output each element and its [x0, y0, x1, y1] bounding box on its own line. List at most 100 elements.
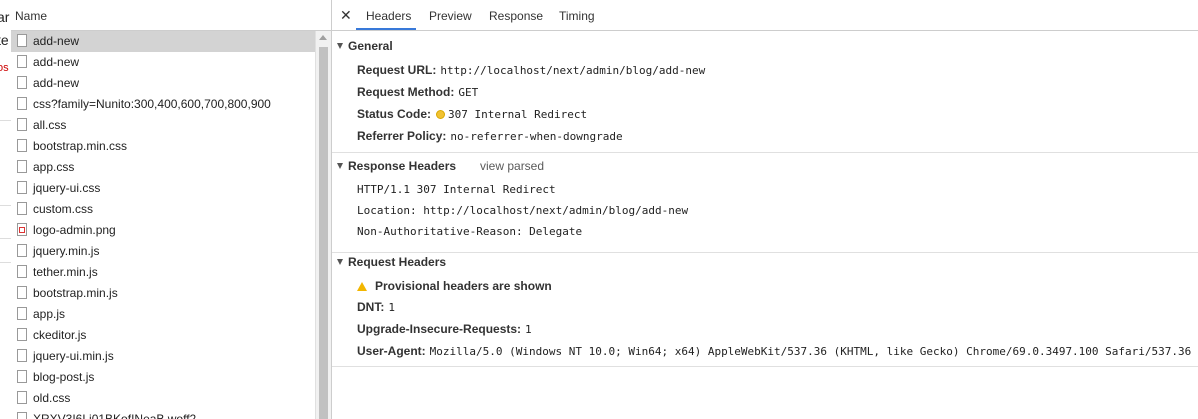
- collapse-triangle-icon: [337, 163, 343, 169]
- scrollbar-thumb[interactable]: [319, 47, 328, 419]
- status-code-row: Status Code: 307 Internal Redirect: [357, 107, 587, 121]
- page-text-fragment: ar: [0, 9, 10, 25]
- request-name: app.css: [33, 160, 75, 174]
- request-row[interactable]: old.css: [11, 388, 315, 409]
- request-row[interactable]: tether.min.js: [11, 262, 315, 283]
- upgrade-insecure-label: Upgrade-Insecure-Requests:: [357, 322, 522, 336]
- collapse-triangle-icon: [337, 259, 343, 265]
- request-name: jquery-ui.min.js: [33, 349, 114, 363]
- request-list: add-new add-new add-new css?family=Nunito:3…: [11, 31, 315, 419]
- request-row[interactable]: XRXV3I6Li01BKofINeaB.woff2: [11, 409, 315, 419]
- response-headers-section: Response Headers view parsed HTTP/1.1 30…: [332, 152, 1198, 253]
- dnt-row: DNT: 1: [357, 300, 395, 314]
- user-agent-value: Mozilla/5.0 (Windows NT 10.0; Win64; x64…: [429, 345, 1192, 358]
- request-row[interactable]: bootstrap.min.js: [11, 283, 315, 304]
- request-row[interactable]: bootstrap.min.css: [11, 136, 315, 157]
- request-headers-toggle[interactable]: Request Headers: [337, 255, 446, 269]
- request-name: css?family=Nunito:300,400,600,700,800,90…: [33, 97, 271, 111]
- request-name: add-new: [33, 34, 80, 48]
- general-section-title: General: [348, 39, 393, 53]
- dnt-value: 1: [388, 301, 395, 314]
- request-method-value: GET: [458, 86, 479, 99]
- close-icon[interactable]: ✕: [340, 7, 352, 24]
- document-file-icon: [17, 139, 27, 152]
- request-url-value: http://localhost/next/admin/blog/add-new: [440, 64, 706, 77]
- request-row[interactable]: jquery-ui.min.js: [11, 346, 315, 367]
- name-column-header[interactable]: Name: [11, 0, 331, 31]
- request-name: bootstrap.min.css: [33, 139, 128, 153]
- active-tab-indicator: [356, 28, 416, 30]
- request-row[interactable]: add-new: [11, 52, 315, 73]
- document-file-icon: [17, 118, 27, 131]
- referrer-policy-row: Referrer Policy: no-referrer-when-downgra…: [357, 129, 623, 143]
- user-agent-row: User-Agent: Mozilla/5.0 (Windows NT 10.0;…: [357, 344, 1191, 358]
- request-method-row: Request Method: GET: [357, 85, 478, 99]
- tab-timing[interactable]: Timing: [559, 9, 595, 23]
- document-file-icon: [17, 391, 27, 404]
- document-file-icon: [17, 349, 27, 362]
- tab-preview[interactable]: Preview: [429, 9, 472, 23]
- request-list-scrollbar[interactable]: [315, 31, 331, 419]
- tab-headers[interactable]: Headers: [366, 9, 411, 23]
- document-file-icon: [17, 328, 27, 341]
- document-file-icon: [17, 202, 27, 215]
- request-detail-panel: ✕ Headers Preview Response Timing Genera…: [332, 0, 1198, 419]
- detail-tab-bar: ✕ Headers Preview Response Timing: [332, 0, 1198, 31]
- warning-icon: [357, 282, 367, 291]
- provisional-warning-text: Provisional headers are shown: [375, 279, 552, 293]
- network-request-list-panel: Name add-new add-new add-new css?family=Nun…: [11, 0, 331, 419]
- request-row[interactable]: add-new: [11, 31, 315, 52]
- request-row[interactable]: all.css: [11, 115, 315, 136]
- request-url-label: Request URL:: [357, 63, 437, 77]
- document-file-icon: [17, 286, 27, 299]
- provisional-warning-row: Provisional headers are shown: [357, 279, 552, 293]
- request-row[interactable]: app.css: [11, 157, 315, 178]
- scroll-up-arrow-icon[interactable]: [319, 35, 327, 40]
- request-name: add-new: [33, 55, 80, 69]
- request-method-label: Request Method:: [357, 85, 455, 99]
- document-file-icon: [17, 55, 27, 68]
- document-file-icon: [17, 34, 27, 47]
- request-name: XRXV3I6Li01BKofINeaB.woff2: [33, 412, 197, 419]
- status-dot-icon: [436, 110, 446, 119]
- request-row[interactable]: blog-post.js: [11, 367, 315, 388]
- referrer-policy-label: Referrer Policy:: [357, 129, 447, 143]
- request-row[interactable]: custom.css: [11, 199, 315, 220]
- document-file-icon: [17, 181, 27, 194]
- upgrade-insecure-value: 1: [525, 323, 532, 336]
- upgrade-insecure-row: Upgrade-Insecure-Requests: 1: [357, 322, 532, 336]
- response-headers-toggle[interactable]: Response Headers: [337, 159, 456, 173]
- status-code-label: Status Code:: [357, 107, 432, 121]
- response-header-line: Location: http://localhost/next/admin/bl…: [357, 204, 689, 217]
- request-row[interactable]: add-new: [11, 73, 315, 94]
- request-name: ckeditor.js: [33, 328, 87, 342]
- general-section-toggle[interactable]: General: [337, 39, 393, 53]
- tab-response[interactable]: Response: [489, 9, 543, 23]
- request-row[interactable]: jquery.min.js: [11, 241, 315, 262]
- request-name: custom.css: [33, 202, 94, 216]
- request-name: old.css: [33, 391, 71, 405]
- request-name: app.js: [33, 307, 66, 321]
- request-headers-section: Request Headers Provisional headers are …: [332, 252, 1198, 367]
- request-name: add-new: [33, 76, 80, 90]
- document-file-icon: [17, 160, 27, 173]
- user-agent-label: User-Agent:: [357, 344, 426, 358]
- request-row[interactable]: css?family=Nunito:300,400,600,700,800,90…: [11, 94, 315, 115]
- request-row[interactable]: jquery-ui.css: [11, 178, 315, 199]
- request-headers-title: Request Headers: [348, 255, 447, 269]
- request-name: all.css: [33, 118, 67, 132]
- image-file-icon: [17, 223, 27, 236]
- document-file-icon: [17, 412, 27, 419]
- request-row[interactable]: logo-admin.png: [11, 220, 315, 241]
- document-file-icon: [17, 265, 27, 278]
- request-url-row: Request URL: http://localhost/next/admin/…: [357, 63, 705, 77]
- request-row[interactable]: ckeditor.js: [11, 325, 315, 346]
- request-name: jquery.min.js: [33, 244, 100, 258]
- document-file-icon: [17, 76, 27, 89]
- response-header-line: HTTP/1.1 307 Internal Redirect: [357, 183, 556, 196]
- request-row[interactable]: app.js: [11, 304, 315, 325]
- response-headers-title: Response Headers: [348, 159, 457, 173]
- request-name: tether.min.js: [33, 265, 98, 279]
- view-parsed-link[interactable]: view parsed: [480, 159, 544, 173]
- request-name: jquery-ui.css: [33, 181, 101, 195]
